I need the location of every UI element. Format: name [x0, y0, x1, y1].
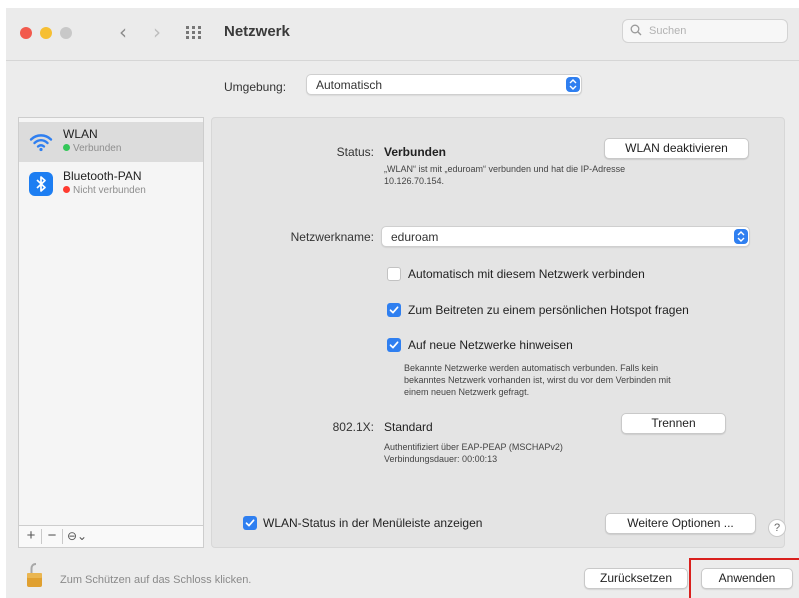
notify-new-networks-label: Auf neue Netzwerke hinweisen	[408, 338, 573, 352]
search-placeholder: Suchen	[649, 25, 687, 37]
lock-hint-text: Zum Schützen auf das Schloss klicken.	[60, 574, 252, 586]
select-arrows-icon	[734, 229, 748, 244]
divider	[41, 529, 42, 544]
sidebar-item-wlan[interactable]: WLAN Verbunden	[19, 122, 203, 162]
title-bar: ‹ › Netzwerk Suchen	[6, 8, 799, 60]
add-service-button[interactable]: +	[22, 526, 40, 547]
network-name-label: Netzwerkname:	[290, 230, 374, 244]
search-icon	[630, 24, 642, 36]
auto-join-label: Automatisch mit diesem Netzwerk verbinde…	[408, 267, 645, 281]
new-networks-note-line: Bekannte Netzwerke werden automatisch ve…	[404, 363, 659, 373]
status-description-line: „WLAN“ ist mit „eduroam“ verbunden und h…	[384, 164, 626, 174]
service-list: WLAN Verbunden Bluetooth-PAN Nicht verbu…	[18, 117, 204, 548]
bluetooth-icon	[29, 172, 53, 196]
service-list-toolbar: + − ⊖⌄	[18, 525, 204, 548]
close-window-button[interactable]	[20, 27, 32, 39]
status-description-line: 10.126.70.154.	[384, 176, 445, 186]
window-title: Netzwerk	[224, 23, 290, 40]
lock-icon[interactable]	[26, 562, 46, 588]
revert-button[interactable]: Zurücksetzen	[584, 568, 688, 589]
auto-join-checkbox[interactable]	[387, 267, 401, 281]
auth-method-text: Authentifiziert über EAP-PEAP (MSCHAPv2)	[384, 442, 563, 452]
status-dot-icon	[63, 144, 70, 151]
help-button[interactable]: ?	[768, 519, 786, 537]
forward-chevron-icon[interactable]: ›	[146, 21, 168, 45]
ask-hotspot-label: Zum Beitreten zu einem persönlichen Hots…	[408, 303, 689, 317]
minimize-window-button[interactable]	[40, 27, 52, 39]
sidebar-item-label: Bluetooth-PAN	[63, 169, 142, 183]
location-value: Automatisch	[316, 78, 383, 92]
ask-hotspot-checkbox[interactable]	[387, 303, 401, 317]
notify-new-networks-checkbox[interactable]	[387, 338, 401, 352]
select-arrows-icon	[566, 77, 580, 92]
new-networks-note-line: bekanntes Netzwerk vorhanden ist, wirst …	[404, 375, 671, 385]
sidebar-item-label: WLAN	[63, 127, 98, 141]
status-dot-icon	[63, 186, 70, 193]
advanced-options-button[interactable]: Weitere Optionen ...	[605, 513, 756, 534]
status-label: Status:	[336, 145, 374, 159]
network-name-select[interactable]: eduroam	[381, 226, 750, 247]
show-wlan-status-label: WLAN-Status in der Menüleiste anzeigen	[263, 516, 483, 530]
zoom-window-button[interactable]	[60, 27, 72, 39]
disconnect-button[interactable]: Trennen	[621, 413, 726, 434]
dot1x-value: Standard	[384, 420, 433, 434]
checkmark-icon	[389, 341, 399, 349]
action-menu-button[interactable]: ⊖⌄	[64, 526, 90, 547]
new-networks-note-line: einem neuen Netzwerk gefragt.	[404, 387, 530, 397]
title-bar-divider	[6, 60, 799, 61]
wifi-icon	[29, 134, 53, 152]
highlight-box	[689, 558, 799, 598]
checkmark-icon	[245, 519, 255, 527]
location-select[interactable]: Automatisch	[306, 74, 582, 95]
sidebar-item-status: Nicht verbunden	[63, 185, 146, 196]
show-all-grid-icon[interactable]	[186, 26, 202, 40]
checkmark-icon	[389, 306, 399, 314]
dot1x-label: 802.1X:	[332, 420, 374, 434]
sidebar-item-status: Verbunden	[63, 143, 121, 154]
location-label: Umgebung:	[224, 80, 287, 94]
search-input[interactable]: Suchen	[622, 19, 788, 43]
remove-service-button[interactable]: −	[43, 526, 61, 547]
connection-duration-text: Verbindungsdauer: 00:00:13	[384, 454, 498, 464]
status-value: Verbunden	[384, 145, 447, 159]
show-wlan-status-checkbox[interactable]	[243, 516, 257, 530]
back-chevron-icon[interactable]: ‹	[112, 21, 134, 45]
divider	[62, 529, 63, 544]
network-name-value: eduroam	[391, 230, 439, 244]
wlan-toggle-button[interactable]: WLAN deaktivieren	[604, 138, 749, 159]
wlan-settings-panel	[211, 117, 785, 548]
sidebar-item-bluetooth-pan[interactable]: Bluetooth-PAN Nicht verbunden	[19, 164, 203, 204]
